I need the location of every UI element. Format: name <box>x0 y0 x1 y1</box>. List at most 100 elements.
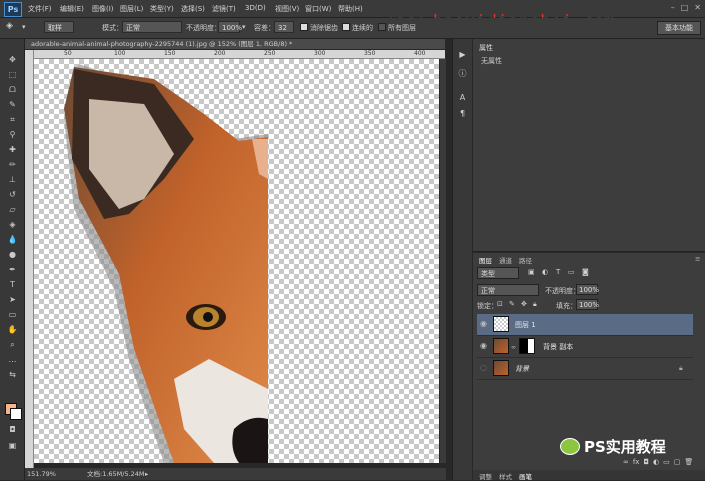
visibility-eye-icon[interactable]: ◉ <box>480 320 488 328</box>
marquee-tool-icon[interactable]: ⬚ <box>7 70 18 79</box>
screen-mode-icon[interactable]: ▣ <box>7 441 18 450</box>
type-tool-icon[interactable]: T <box>7 280 18 289</box>
opacity-input[interactable]: 100% <box>218 21 242 33</box>
antialias-checkbox[interactable] <box>300 23 308 31</box>
tab-paths[interactable]: 路径 <box>519 255 532 265</box>
sample-select[interactable]: 取样 <box>44 21 74 33</box>
tab-layers[interactable]: 图层 <box>479 255 492 265</box>
lock-position-icon[interactable]: ✥ <box>521 300 527 308</box>
pen-tool-icon[interactable]: ✒ <box>7 265 18 274</box>
canvas-vertical-scrollbar[interactable] <box>440 59 446 463</box>
tool-preset-chevron-icon[interactable]: ▾ <box>22 23 26 31</box>
layer-opacity-input[interactable]: 100% <box>576 284 599 295</box>
mode-select[interactable]: 正常 <box>122 21 182 33</box>
menu-help[interactable]: 帮助(H) <box>338 4 363 14</box>
healing-tool-icon[interactable]: ✚ <box>7 145 18 154</box>
window-controls: – □ ✕ <box>671 3 701 12</box>
path-select-tool-icon[interactable]: ➤ <box>7 295 18 304</box>
layer-name: 背景 <box>515 365 529 373</box>
layer-row[interactable]: ○ 背景 🔒︎ <box>477 358 693 380</box>
link-layers-icon[interactable]: ∞ <box>623 458 629 470</box>
new-group-icon[interactable]: ▭ <box>663 458 670 470</box>
move-tool-icon[interactable]: ✥ <box>7 55 18 64</box>
blur-tool-icon[interactable]: 💧 <box>7 235 18 244</box>
layers-panel-tabs: 图层 通道 路径 ≡ <box>473 255 705 265</box>
menu-view[interactable]: 视图(V) <box>275 4 299 14</box>
lock-all-icon[interactable]: 🔒︎ <box>533 300 537 309</box>
blend-mode-select[interactable]: 正常 <box>477 284 539 296</box>
filter-type-icon[interactable]: T <box>556 268 560 276</box>
crop-tool-icon[interactable]: ⌗ <box>7 115 18 124</box>
properties-tab[interactable]: 属性 <box>473 43 509 54</box>
paragraph-icon[interactable]: ¶ <box>458 109 467 118</box>
visibility-eye-icon[interactable]: ◉ <box>480 342 488 350</box>
layer-style-icon[interactable]: fx <box>633 458 640 470</box>
opacity-chevron-icon[interactable]: ▾ <box>242 23 246 31</box>
dodge-tool-icon[interactable]: ● <box>7 250 18 259</box>
layer-name: 背景 副本 <box>543 343 574 351</box>
panel-menu-icon[interactable]: ≡ <box>695 255 700 263</box>
swap-colors-icon[interactable]: ⇆ <box>7 370 18 379</box>
menu-filter[interactable]: 滤镜(T) <box>212 4 236 14</box>
layer-filter-select[interactable]: 类型 <box>477 267 519 279</box>
lock-pixels-icon[interactable]: ✎ <box>509 300 515 308</box>
quick-mask-icon[interactable]: ◘ <box>7 425 18 434</box>
menu-select[interactable]: 选择(S) <box>181 4 205 14</box>
lock-transparent-icon[interactable]: ⊡ <box>497 300 503 308</box>
tab-channels[interactable]: 通道 <box>499 255 512 265</box>
filter-adjust-icon[interactable]: ◐ <box>542 268 548 276</box>
menu-layer[interactable]: 图层(L) <box>120 4 143 14</box>
zoom-level[interactable]: 151.79% <box>27 468 56 480</box>
filter-shape-icon[interactable]: ▭ <box>568 268 575 276</box>
menu-file[interactable]: 文件(F) <box>28 4 52 14</box>
tolerance-input[interactable]: 32 <box>274 21 294 33</box>
more-tools-icon[interactable]: … <box>7 355 18 364</box>
paint-bucket-icon[interactable]: ◈ <box>6 21 13 31</box>
layers-panel-footer: ∞ fx ◘ ◐ ▭ ▢ 🗑︎ <box>473 458 705 470</box>
layer-row[interactable]: ◉ 图层 1 <box>477 314 693 336</box>
workspace-select[interactable]: 基本功能 <box>657 21 701 35</box>
layer-row[interactable]: ◉ ∞ 背景 副本 <box>477 336 693 358</box>
document-canvas[interactable] <box>34 59 439 463</box>
close-icon[interactable]: ✕ <box>694 3 701 12</box>
filter-smart-icon[interactable]: ◙ <box>582 268 589 276</box>
layer-mask-thumbnail[interactable] <box>519 338 535 354</box>
visibility-off-icon[interactable]: ○ <box>480 364 488 372</box>
status-arrow-icon[interactable]: ▸ <box>145 468 148 480</box>
menu-image[interactable]: 图像(I) <box>92 4 114 14</box>
delete-layer-icon[interactable]: 🗑︎ <box>684 458 693 470</box>
eyedropper-tool-icon[interactable]: ⚲ <box>7 130 18 139</box>
layer-lock-icon: 🔒︎ <box>679 364 683 372</box>
new-layer-icon[interactable]: ▢ <box>674 458 681 470</box>
quick-select-tool-icon[interactable]: ✎ <box>7 100 18 109</box>
document-tab[interactable]: adorable-animal-animal-photography-22957… <box>25 39 445 49</box>
add-mask-icon[interactable]: ◘ <box>643 458 649 470</box>
eraser-tool-icon[interactable]: ▱ <box>7 205 18 214</box>
menu-window[interactable]: 窗口(W) <box>305 4 331 14</box>
link-icon: ∞ <box>511 344 516 351</box>
info-icon[interactable]: ⓘ <box>458 69 467 78</box>
lasso-tool-icon[interactable]: ᗝ <box>7 85 18 94</box>
tolerance-label: 容差： <box>254 24 275 32</box>
contiguous-checkbox[interactable] <box>342 23 350 31</box>
shape-tool-icon[interactable]: ▭ <box>7 310 18 319</box>
zoom-tool-icon[interactable]: ⌕ <box>7 340 18 349</box>
hand-tool-icon[interactable]: ✋ <box>7 325 18 334</box>
fill-input[interactable]: 100% <box>576 299 599 310</box>
all-layers-checkbox[interactable] <box>378 23 386 31</box>
adjustment-layer-icon[interactable]: ◐ <box>653 458 659 470</box>
background-color-swatch[interactable] <box>10 408 22 420</box>
play-icon[interactable]: ▶ <box>458 50 467 59</box>
filter-pixel-icon[interactable]: ▣ <box>528 268 535 276</box>
menu-edit[interactable]: 编辑(E) <box>60 4 84 14</box>
brush-tool-icon[interactable]: ✏ <box>7 160 18 169</box>
character-icon[interactable]: A <box>458 93 467 102</box>
paint-bucket-tool-icon[interactable]: ◈ <box>7 220 18 229</box>
minimize-icon[interactable]: – <box>671 3 675 12</box>
menu-type[interactable]: 类型(Y) <box>150 4 174 14</box>
layer-opacity-label: 不透明度： <box>545 287 580 295</box>
history-brush-tool-icon[interactable]: ↺ <box>7 190 18 199</box>
stamp-tool-icon[interactable]: ⊥ <box>7 175 18 184</box>
maximize-icon[interactable]: □ <box>681 3 689 12</box>
menu-3d[interactable]: 3D(D) <box>245 4 266 12</box>
